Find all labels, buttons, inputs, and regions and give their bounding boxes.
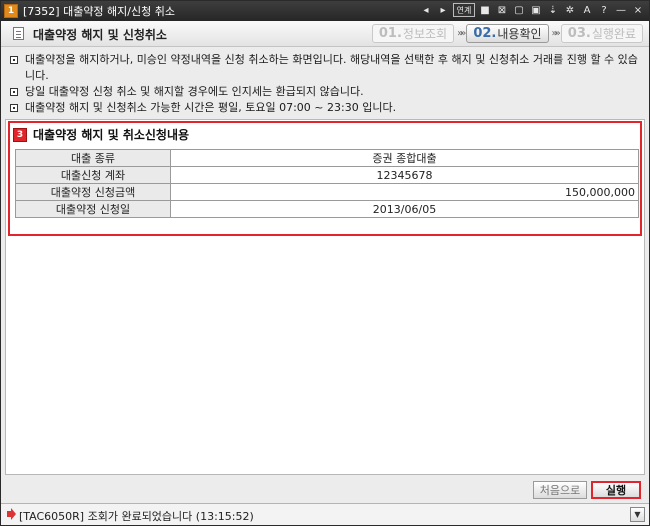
- print-icon[interactable]: ▣: [529, 3, 543, 17]
- bullet-icon: [10, 104, 18, 112]
- window-number-badge: 1: [4, 4, 18, 18]
- prev-icon[interactable]: ◂: [419, 3, 433, 17]
- notice-item: 대출약정 해지 및 신청취소 가능한 시간은 평일, 토요일 07:00 ~ 2…: [9, 100, 639, 116]
- main-window: 1 [7352] 대출약정 해지/신청 취소 ◂ ▸ 연계 ■ ⊠ ▢ ▣ ⇣ …: [0, 0, 650, 526]
- window-title: [7352] 대출약정 해지/신청 취소: [23, 5, 175, 18]
- title-bar[interactable]: 1 [7352] 대출약정 해지/신청 취소 ◂ ▸ 연계 ■ ⊠ ▢ ▣ ⇣ …: [1, 1, 649, 21]
- amount-value: 150,000,000: [170, 183, 639, 201]
- notice-text: 대출약정 해지 및 신청취소 가능한 시간은 평일, 토요일 07:00 ~ 2…: [25, 101, 397, 114]
- loan-type-label: 대출 종류: [15, 149, 171, 167]
- action-bar: 처음으로 실행: [5, 478, 645, 500]
- bullet-icon: [10, 88, 18, 96]
- step-1-label: 정보조회: [402, 27, 448, 41]
- font-size-icon[interactable]: A: [580, 3, 594, 17]
- step-3-number: 03.: [567, 26, 591, 41]
- step-3-label: 실행완료: [591, 27, 636, 41]
- bullet-icon: [10, 56, 18, 64]
- status-bar: [TAC6050R] 조회가 완료되었습니다 (13:15:52) ▼: [1, 503, 649, 525]
- excel-icon[interactable]: ⊠: [495, 3, 509, 17]
- notice-item: 당일 대출약정 신청 취소 및 해지할 경우에도 인지세는 환급되지 않습니다.: [9, 84, 639, 100]
- notice-item: 대출약정을 해지하거나, 미승인 약정내역을 신청 취소하는 화면입니다. 해당…: [9, 52, 639, 84]
- download-icon[interactable]: ⇣: [546, 3, 560, 17]
- speaker-icon: [7, 511, 12, 517]
- step-1: 01. 정보조회: [371, 24, 455, 43]
- step-3: 03. 실행완료: [560, 24, 643, 43]
- table-row: 대출약정 신청금액 150,000,000: [15, 183, 639, 201]
- notice-text: 당일 대출약정 신청 취소 및 해지할 경우에도 인지세는 환급되지 않습니다.: [25, 85, 364, 98]
- loan-type-value: 증권 종합대출: [170, 149, 639, 167]
- table-row: 대출약정 신청일 2013/06/05: [15, 200, 639, 218]
- panel-header: 3 대출약정 해지 및 취소신청내용: [13, 126, 189, 143]
- section-number-badge: 3: [13, 127, 27, 142]
- screen-title: 대출약정 해지 및 신청취소: [33, 28, 167, 42]
- content-area: 3 대출약정 해지 및 취소신청내용 대출 종류 증권 종합대출 대출신청 계좌…: [5, 119, 645, 475]
- notice-text: 대출약정을 해지하거나, 미승인 약정내역을 신청 취소하는 화면입니다. 해당…: [25, 53, 638, 82]
- date-value: 2013/06/05: [170, 200, 639, 218]
- step-2-label: 내용확인: [497, 27, 542, 41]
- close-icon[interactable]: ×: [631, 3, 645, 17]
- save-icon[interactable]: ■: [478, 3, 492, 17]
- amount-label: 대출약정 신청금액: [15, 183, 171, 201]
- minimize-icon[interactable]: —: [614, 3, 628, 17]
- reset-button[interactable]: 처음으로: [533, 481, 587, 499]
- step-2: 02. 내용확인: [466, 24, 549, 43]
- next-icon[interactable]: ▸: [436, 3, 450, 17]
- account-label: 대출신청 계좌: [15, 166, 171, 184]
- date-label: 대출약정 신청일: [15, 200, 171, 218]
- help-icon[interactable]: ?: [597, 3, 611, 17]
- step-arrow-icon: »»: [457, 28, 466, 39]
- settings-icon[interactable]: ✲: [563, 3, 577, 17]
- cancel-details-panel: 3 대출약정 해지 및 취소신청내용 대출 종류 증권 종합대출 대출신청 계좌…: [8, 121, 642, 236]
- step-arrow-icon: »»: [551, 28, 561, 39]
- notice-list: 대출약정을 해지하거나, 미승인 약정내역을 신청 취소하는 화면입니다. 해당…: [9, 52, 639, 116]
- step-2-number: 02.: [473, 26, 497, 41]
- link-button[interactable]: 연계: [453, 3, 475, 17]
- document-icon: [13, 27, 24, 40]
- status-message: [TAC6050R] 조회가 완료되었습니다 (13:15:52): [19, 510, 254, 523]
- title-toolbar: ◂ ▸ 연계 ■ ⊠ ▢ ▣ ⇣ ✲ A ? — ×: [419, 3, 645, 17]
- table-row: 대출 종류 증권 종합대출: [15, 149, 639, 167]
- copy-icon[interactable]: ▢: [512, 3, 526, 17]
- table-row: 대출신청 계좌 12345678: [15, 166, 639, 184]
- step-1-number: 01.: [378, 26, 402, 41]
- chevron-down-icon[interactable]: ▼: [630, 507, 645, 522]
- account-value: 12345678: [170, 166, 639, 184]
- screen-header: 대출약정 해지 및 신청취소 01. 정보조회 »» 02. 내용확인 »» 0…: [1, 21, 649, 47]
- step-indicator: 01. 정보조회 »» 02. 내용확인 »» 03. 실행완료: [371, 24, 643, 43]
- section-title: 대출약정 해지 및 취소신청내용: [33, 128, 190, 142]
- execute-button[interactable]: 실행: [591, 481, 641, 499]
- details-table: 대출 종류 증권 종합대출 대출신청 계좌 12345678 대출약정 신청금액…: [15, 149, 639, 218]
